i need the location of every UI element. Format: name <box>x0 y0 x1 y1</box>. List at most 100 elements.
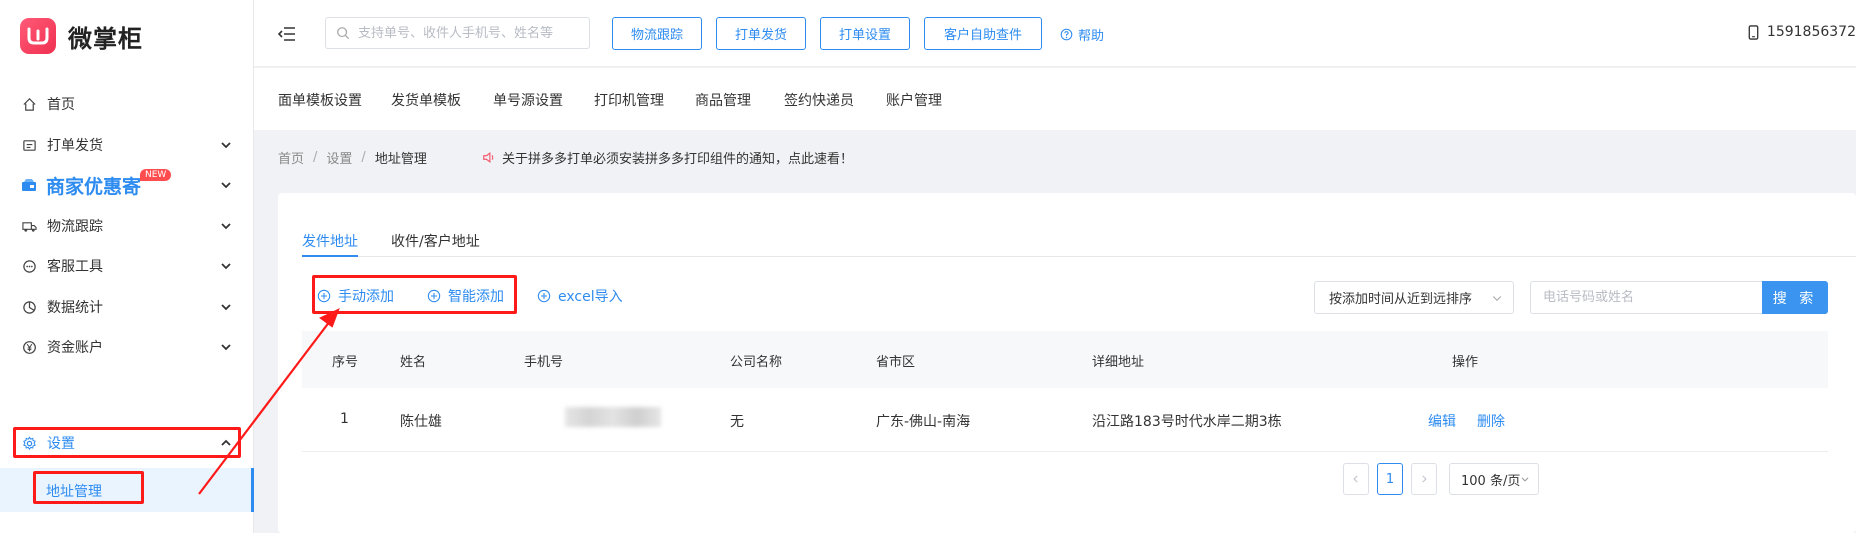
prev-page-button[interactable] <box>1343 463 1369 495</box>
chevron-left-icon <box>1353 475 1358 483</box>
chevron-down-icon <box>221 142 231 149</box>
column-header-region: 省市区 <box>876 355 916 370</box>
sidebar-item-label: 客服工具 <box>47 259 103 275</box>
cell-region: 广东-佛山-南海 <box>876 414 971 430</box>
subnav-tracking-source[interactable]: 单号源设置 <box>493 90 563 110</box>
chevron-down-icon <box>1521 477 1529 482</box>
manual-add-label: 手动添加 <box>338 289 394 305</box>
sidebar-item-label: 首页 <box>47 97 75 113</box>
notice-text: 关于拼多多打单必须安装拼多多打印组件的通知，点此速看！ <box>502 152 854 167</box>
subnav-waybill-template[interactable]: 面单模板设置 <box>278 90 362 110</box>
cell-company: 无 <box>730 414 744 430</box>
speaker-icon <box>483 151 494 164</box>
cell-index: 1 <box>340 411 349 427</box>
plus-circle-icon <box>317 289 331 303</box>
table-header: 序号 姓名 手机号 公司名称 省市区 详细地址 操作 <box>302 331 1828 388</box>
excel-import-label: excel导入 <box>558 289 623 305</box>
gear-icon <box>21 435 37 451</box>
tab-recipient-address[interactable]: 收件/客户地址 <box>391 231 480 251</box>
subnav-delivery-template[interactable]: 发货单模板 <box>391 90 461 110</box>
sidebar-subitem-label: 地址管理 <box>46 484 102 500</box>
sidebar-item-logistics[interactable]: 物流跟踪 <box>0 206 254 246</box>
menu-toggle-icon[interactable] <box>277 26 296 46</box>
new-badge: NEW <box>140 169 172 181</box>
chevron-down-icon <box>221 182 231 189</box>
cell-address: 沿江路183号时代水岸二期3栋 <box>1092 414 1282 430</box>
plus-circle-icon <box>537 289 551 303</box>
logo-icon <box>20 18 56 54</box>
chevron-down-icon <box>221 263 231 270</box>
chevron-down-icon <box>221 304 231 311</box>
sort-select[interactable]: 按添加时间从近到远排序 <box>1314 281 1514 314</box>
help-link[interactable]: 帮助 <box>1060 25 1104 44</box>
sidebar-item-settings[interactable]: 设置 <box>0 423 254 463</box>
brand-logo[interactable]: 微掌柜 <box>20 18 143 54</box>
page-number-button[interactable]: 1 <box>1377 463 1403 495</box>
global-search-input[interactable] <box>358 25 578 41</box>
edit-link[interactable]: 编辑 <box>1428 411 1456 431</box>
sidebar-item-statistics[interactable]: 数据统计 <box>0 287 254 327</box>
sidebar-item-customer-service[interactable]: 客服工具 <box>0 246 254 286</box>
customer-self-query-button[interactable]: 客户自助查件 <box>924 17 1042 50</box>
sidebar-item-label: 数据统计 <box>47 300 103 316</box>
address-card: 发件地址 收件/客户地址 手动添加 智能添加 excel导入 按添加时间从近到远… <box>278 193 1856 533</box>
tab-sender-address[interactable]: 发件地址 <box>302 231 358 251</box>
sidebar-item-print-ship[interactable]: 打单发货 <box>0 125 254 165</box>
sidebar-item-label: 设置 <box>47 436 75 452</box>
brand-name: 微掌柜 <box>68 24 143 53</box>
subnav-product-management[interactable]: 商品管理 <box>695 90 751 110</box>
sidebar-subitem-address-management[interactable]: 地址管理 <box>0 468 254 512</box>
sidebar-item-label: 物流跟踪 <box>47 219 103 235</box>
sidebar-item-home[interactable]: 首页 <box>0 84 254 124</box>
address-tabs: 发件地址 收件/客户地址 <box>302 231 1856 257</box>
help-label: 帮助 <box>1078 29 1105 44</box>
global-search[interactable] <box>325 17 590 49</box>
print-ship-button[interactable]: 打单发货 <box>716 17 806 50</box>
help-icon <box>1060 28 1073 41</box>
breadcrumb-current: 地址管理 <box>374 152 427 167</box>
sidebar-item-merchant-shipping[interactable]: 商家优惠寄 NEW <box>0 165 254 205</box>
yen-icon <box>21 339 37 355</box>
print-settings-button[interactable]: 打单设置 <box>820 17 910 50</box>
active-tab-indicator <box>302 255 358 257</box>
sidebar: 微掌柜 首页 打单发货 商家优惠寄 NEW 物流跟踪 客服工具 数据统计 资金账… <box>0 0 254 533</box>
sidebar-item-funds[interactable]: 资金账户 <box>0 327 254 367</box>
manual-add-button[interactable]: 手动添加 <box>317 286 394 306</box>
phone-name-search-input[interactable] <box>1530 281 1762 314</box>
subnav-printer-management[interactable]: 打印机管理 <box>594 90 664 110</box>
package-icon <box>21 177 37 193</box>
logistics-tracking-button[interactable]: 物流跟踪 <box>612 17 702 50</box>
search-icon <box>337 27 350 40</box>
excel-import-button[interactable]: excel导入 <box>537 286 623 306</box>
sidebar-item-label: 资金账户 <box>47 340 103 356</box>
breadcrumb-home[interactable]: 首页 <box>278 148 304 167</box>
subnav-courier[interactable]: 签约快递员 <box>784 90 854 110</box>
chevron-down-icon <box>1492 296 1502 302</box>
plus-circle-icon <box>427 289 441 303</box>
column-header-company: 公司名称 <box>730 355 783 370</box>
column-header-phone: 手机号 <box>524 355 564 370</box>
delete-link[interactable]: 删除 <box>1477 411 1505 431</box>
pie-chart-icon <box>21 299 37 315</box>
home-icon <box>21 96 37 112</box>
chevron-right-icon <box>1422 475 1427 483</box>
account-phone[interactable]: 1591856372 <box>1748 24 1856 40</box>
smart-add-button[interactable]: 智能添加 <box>427 286 504 306</box>
subnav-account-management[interactable]: 账户管理 <box>886 90 942 110</box>
next-page-button[interactable] <box>1411 463 1437 495</box>
chevron-down-icon <box>221 223 231 230</box>
sidebar-item-label: 商家优惠寄 <box>46 175 142 198</box>
column-header-actions: 操作 <box>1452 355 1479 370</box>
notice-link[interactable]: 关于拼多多打单必须安装拼多多打印组件的通知，点此速看！ <box>482 148 853 167</box>
chat-icon <box>21 258 37 274</box>
breadcrumb-separator: / <box>361 150 366 165</box>
truck-icon <box>21 218 37 234</box>
cell-name: 陈仕雄 <box>400 414 442 430</box>
breadcrumb-settings[interactable]: 设置 <box>326 148 352 167</box>
cell-phone-redacted <box>565 407 661 427</box>
table-row: 1 陈仕雄 无 广东-佛山-南海 沿江路183号时代水岸二期3栋 编辑 删除 <box>302 388 1828 452</box>
page-size-value: 100 条/页 <box>1461 473 1521 489</box>
search-button[interactable]: 搜 索 <box>1762 281 1828 314</box>
page-size-select[interactable]: 100 条/页 <box>1449 463 1539 495</box>
printer-icon <box>21 137 37 153</box>
